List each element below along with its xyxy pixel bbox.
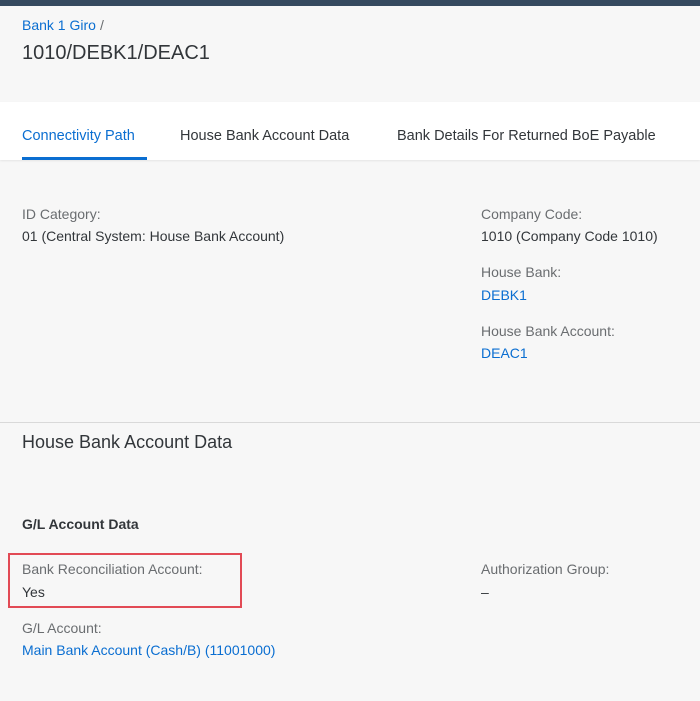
- section-divider: [0, 422, 700, 423]
- object-page-header: Bank 1 Giro/ 1010/DEBK1/DEAC1: [0, 6, 700, 102]
- gl-account-link[interactable]: Main Bank Account (Cash/B) (11001000): [22, 642, 275, 658]
- authorization-group-label: Authorization Group:: [481, 561, 610, 577]
- house-bank-account-link[interactable]: DEAC1: [481, 345, 528, 361]
- house-bank-label: House Bank:: [481, 264, 562, 280]
- tab-connectivity-path[interactable]: Connectivity Path: [22, 128, 135, 144]
- house-bank-link[interactable]: DEBK1: [481, 287, 527, 303]
- id-category-label: ID Category:: [22, 206, 101, 222]
- subsection-title-gl-account-data: G/L Account Data: [22, 516, 139, 532]
- bank-reconciliation-value: Yes: [22, 584, 45, 600]
- page-title: 1010/DEBK1/DEAC1: [22, 42, 210, 64]
- company-code-label: Company Code:: [481, 206, 583, 222]
- section-title-house-bank-account-data: House Bank Account Data: [22, 432, 233, 452]
- breadcrumb-link-bank[interactable]: Bank 1 Giro: [22, 17, 96, 33]
- tab-bank-details-returned-boe[interactable]: Bank Details For Returned BoE Payable: [397, 128, 656, 144]
- bank-reconciliation-label: Bank Reconciliation Account:: [22, 561, 203, 577]
- id-category-value: 01 (Central System: House Bank Account): [22, 228, 285, 244]
- breadcrumb: Bank 1 Giro /: [22, 17, 104, 33]
- active-tab-indicator: [22, 157, 147, 160]
- tab-bar: Connectivity Path House Bank Account Dat…: [0, 102, 700, 160]
- breadcrumb-separator: /: [99, 17, 104, 33]
- tab-house-bank-account-data[interactable]: House Bank Account Data: [180, 128, 349, 144]
- authorization-group-value: –: [481, 584, 489, 600]
- house-bank-account-label: House Bank Account:: [481, 323, 615, 339]
- company-code-value: 1010 (Company Code 1010): [481, 228, 658, 244]
- gl-account-label: G/L Account:: [22, 620, 102, 636]
